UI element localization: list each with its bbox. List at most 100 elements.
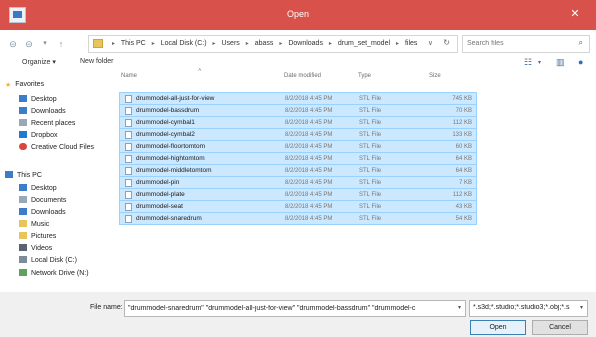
desktop-icon (19, 184, 27, 191)
chevron-down-icon[interactable]: ▾ (458, 304, 461, 311)
file-type-select[interactable]: *.s3d;*.studio;*.studio3;*.obj;*.s ▾ (469, 300, 588, 317)
title-bar: Open ✕ (0, 0, 596, 30)
search-input[interactable] (467, 38, 567, 49)
nav-this-pc[interactable]: This PC (5, 171, 42, 182)
recent-locations-button[interactable]: ▾ (38, 37, 52, 51)
navigation-pane: ★ Favorites Desktop Downloads Recent plac… (5, 75, 114, 290)
file-date: 8/2/2018 4:45 PM (285, 216, 333, 222)
file-name: drummodel-floortomtom (136, 143, 205, 150)
column-header-size[interactable]: Size (429, 73, 441, 79)
file-type: STL File (359, 192, 382, 198)
nav-label: Local Disk (C:) (31, 257, 77, 264)
column-header-type[interactable]: Type (358, 73, 371, 79)
breadcrumb-separator-icon: ▸ (328, 41, 332, 47)
search-box[interactable]: ⌕ (462, 35, 590, 53)
file-size: 133 KB (452, 132, 472, 138)
breadcrumb-users[interactable]: Users (222, 40, 240, 47)
file-name-input[interactable] (128, 303, 446, 314)
nav-label: Recent places (31, 120, 76, 127)
breadcrumb-local-disk[interactable]: Local Disk (C:) (161, 40, 207, 47)
close-icon: ✕ (570, 8, 580, 20)
file-date: 8/2/2018 4:45 PM (285, 144, 333, 150)
breadcrumb-drum-set-model[interactable]: drum_set_model (338, 40, 390, 47)
stl-file-icon (125, 179, 132, 187)
nav-favorites[interactable]: ★ Favorites (5, 81, 44, 92)
address-row: ⊝ ⊝ ▾ ↑ ▸ This PC ▸ Local Disk (C:) ▸ Us… (0, 35, 596, 53)
forward-arrow-icon: ⊝ (25, 39, 33, 49)
breadcrumb-files[interactable]: files (405, 40, 417, 47)
file-type: STL File (359, 216, 382, 222)
folder-icon (93, 39, 103, 48)
up-button[interactable]: ↑ (54, 37, 68, 51)
nav-item-dropbox[interactable]: Dropbox (19, 131, 57, 142)
stl-file-icon (125, 95, 132, 103)
open-button[interactable]: Open (470, 320, 526, 335)
nav-item-pc-desktop[interactable]: Desktop (19, 184, 57, 195)
organize-button[interactable]: Organize ▾ (22, 58, 56, 66)
pictures-icon (19, 232, 27, 239)
back-arrow-icon: ⊝ (9, 39, 17, 49)
table-row[interactable]: drummodel-snaredrum 8/2/2018 4:45 PM STL F… (119, 212, 477, 225)
file-date: 8/2/2018 4:45 PM (285, 168, 333, 174)
nav-item-downloads[interactable]: Downloads (19, 107, 66, 118)
file-type: STL File (359, 96, 382, 102)
breadcrumb-separator-icon: ▸ (212, 41, 216, 47)
forward-button[interactable]: ⊝ (22, 37, 36, 51)
nav-item-creative-cloud[interactable]: Creative Cloud Files (19, 143, 94, 154)
breadcrumb: ▸ This PC ▸ Local Disk (C:) ▸ Users ▸ ab… (108, 40, 417, 47)
back-button[interactable]: ⊝ (6, 37, 20, 51)
stl-file-icon (125, 107, 132, 115)
nav-item-network-drive[interactable]: Network Drive (N:) (19, 269, 89, 280)
nav-label: Documents (31, 197, 67, 204)
file-size: 54 KB (455, 216, 472, 222)
breadcrumb-abass[interactable]: abass (255, 40, 274, 47)
file-name: drummodel-all-just-for-view (136, 95, 215, 102)
nav-item-music[interactable]: Music (19, 220, 49, 231)
search-icon[interactable]: ⌕ (579, 38, 583, 48)
column-header-name[interactable]: Name (121, 73, 137, 79)
address-dropdown-icon[interactable]: ∨ (428, 39, 433, 47)
chevron-down-icon: ▾ (579, 305, 583, 311)
file-type: STL File (359, 204, 382, 210)
help-icon[interactable]: ● (578, 57, 583, 67)
file-name-label: File name: (90, 304, 123, 311)
stl-file-icon (125, 119, 132, 127)
nav-item-pc-downloads[interactable]: Downloads (19, 208, 66, 219)
preview-pane-icon[interactable]: ▥ (556, 57, 565, 68)
file-name: drummodel-pin (136, 179, 180, 186)
breadcrumb-separator-icon: ▸ (395, 41, 399, 47)
disk-icon (19, 256, 27, 263)
file-name-combobox[interactable]: ▾ (124, 300, 466, 317)
nav-item-recent-places[interactable]: Recent places (19, 119, 75, 130)
view-options-icon[interactable]: ☷ (524, 57, 532, 68)
close-button[interactable]: ✕ (562, 5, 588, 23)
stl-file-icon (125, 215, 132, 223)
refresh-icon[interactable]: ↻ (443, 38, 450, 47)
breadcrumb-this-pc[interactable]: This PC (121, 40, 146, 47)
desktop-icon (19, 95, 27, 102)
stl-file-icon (125, 167, 132, 175)
nav-label: Network Drive (N:) (31, 270, 89, 277)
nav-label: Dropbox (31, 132, 58, 139)
stl-file-icon (125, 155, 132, 163)
file-name: drummodel-bassdrum (136, 107, 200, 114)
stl-file-icon (125, 131, 132, 139)
nav-label: Pictures (31, 233, 57, 240)
file-name: drummodel-middletomtom (136, 167, 212, 174)
nav-label: Desktop (31, 185, 57, 192)
new-folder-button[interactable]: New folder (80, 58, 113, 65)
chevron-down-icon[interactable]: ▾ (538, 59, 541, 66)
nav-item-videos[interactable]: Videos (19, 244, 52, 255)
downloads-icon (19, 208, 27, 215)
nav-item-local-disk[interactable]: Local Disk (C:) (19, 256, 77, 267)
nav-item-desktop[interactable]: Desktop (19, 95, 57, 106)
address-bar[interactable]: ▸ This PC ▸ Local Disk (C:) ▸ Users ▸ ab… (88, 35, 458, 53)
nav-item-documents[interactable]: Documents (19, 196, 66, 207)
file-date: 8/2/2018 4:45 PM (285, 204, 333, 210)
column-header-date[interactable]: Date modified (284, 73, 321, 79)
cancel-button[interactable]: Cancel (532, 320, 588, 335)
breadcrumb-downloads[interactable]: Downloads (288, 40, 323, 47)
file-date: 8/2/2018 4:45 PM (285, 132, 333, 138)
music-icon (19, 220, 27, 227)
nav-item-pictures[interactable]: Pictures (19, 232, 56, 243)
